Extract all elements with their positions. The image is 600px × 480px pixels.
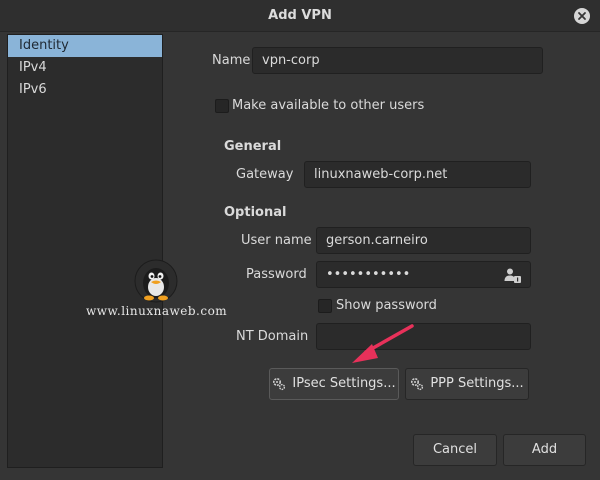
share-checkbox[interactable] [215,99,229,113]
ipsec-settings-label: IPsec Settings... [292,376,396,391]
window-title: Add VPN [268,8,332,23]
sidebar-item-ipv4[interactable]: IPv4 [8,57,162,79]
nt-domain-label: NT Domain [236,329,309,344]
general-heading: General [224,139,282,154]
cancel-button[interactable]: Cancel [413,434,497,466]
penguin-logo-icon [134,259,178,303]
watermark-text: www.linuxnaweb.com [86,304,228,318]
sidebar-item-ipv6[interactable]: IPv6 [8,79,162,101]
annotation-arrow [352,324,414,363]
show-password-checkbox[interactable] [318,299,332,313]
title-bar: Add VPN [0,0,600,32]
password-field[interactable]: ••••••••••• [316,261,531,288]
password-label: Password [246,267,307,282]
sidebar-item-identity[interactable]: Identity [8,35,162,57]
ppp-settings-label: PPP Settings... [430,376,524,391]
gear-icon [273,377,286,391]
gear-icon [411,377,424,391]
close-button[interactable] [574,8,590,24]
gateway-label: Gateway [236,167,294,182]
share-label: Make available to other users [232,98,425,113]
name-label: Name [212,53,251,68]
show-password-label: Show password [336,298,437,313]
ppp-settings-button[interactable]: PPP Settings... [405,368,529,400]
optional-heading: Optional [224,205,287,220]
ipsec-settings-button[interactable]: IPsec Settings... [269,368,399,400]
close-icon [578,12,586,20]
password-options-icon[interactable] [503,267,523,285]
username-field[interactable]: gerson.carneiro [316,227,531,254]
username-label: User name [241,233,312,248]
gateway-field[interactable]: linuxnaweb-corp.net [304,161,531,188]
sidebar: Identity IPv4 IPv6 [7,34,163,468]
name-field[interactable]: vpn-corp [252,47,543,74]
add-button[interactable]: Add [503,434,586,466]
